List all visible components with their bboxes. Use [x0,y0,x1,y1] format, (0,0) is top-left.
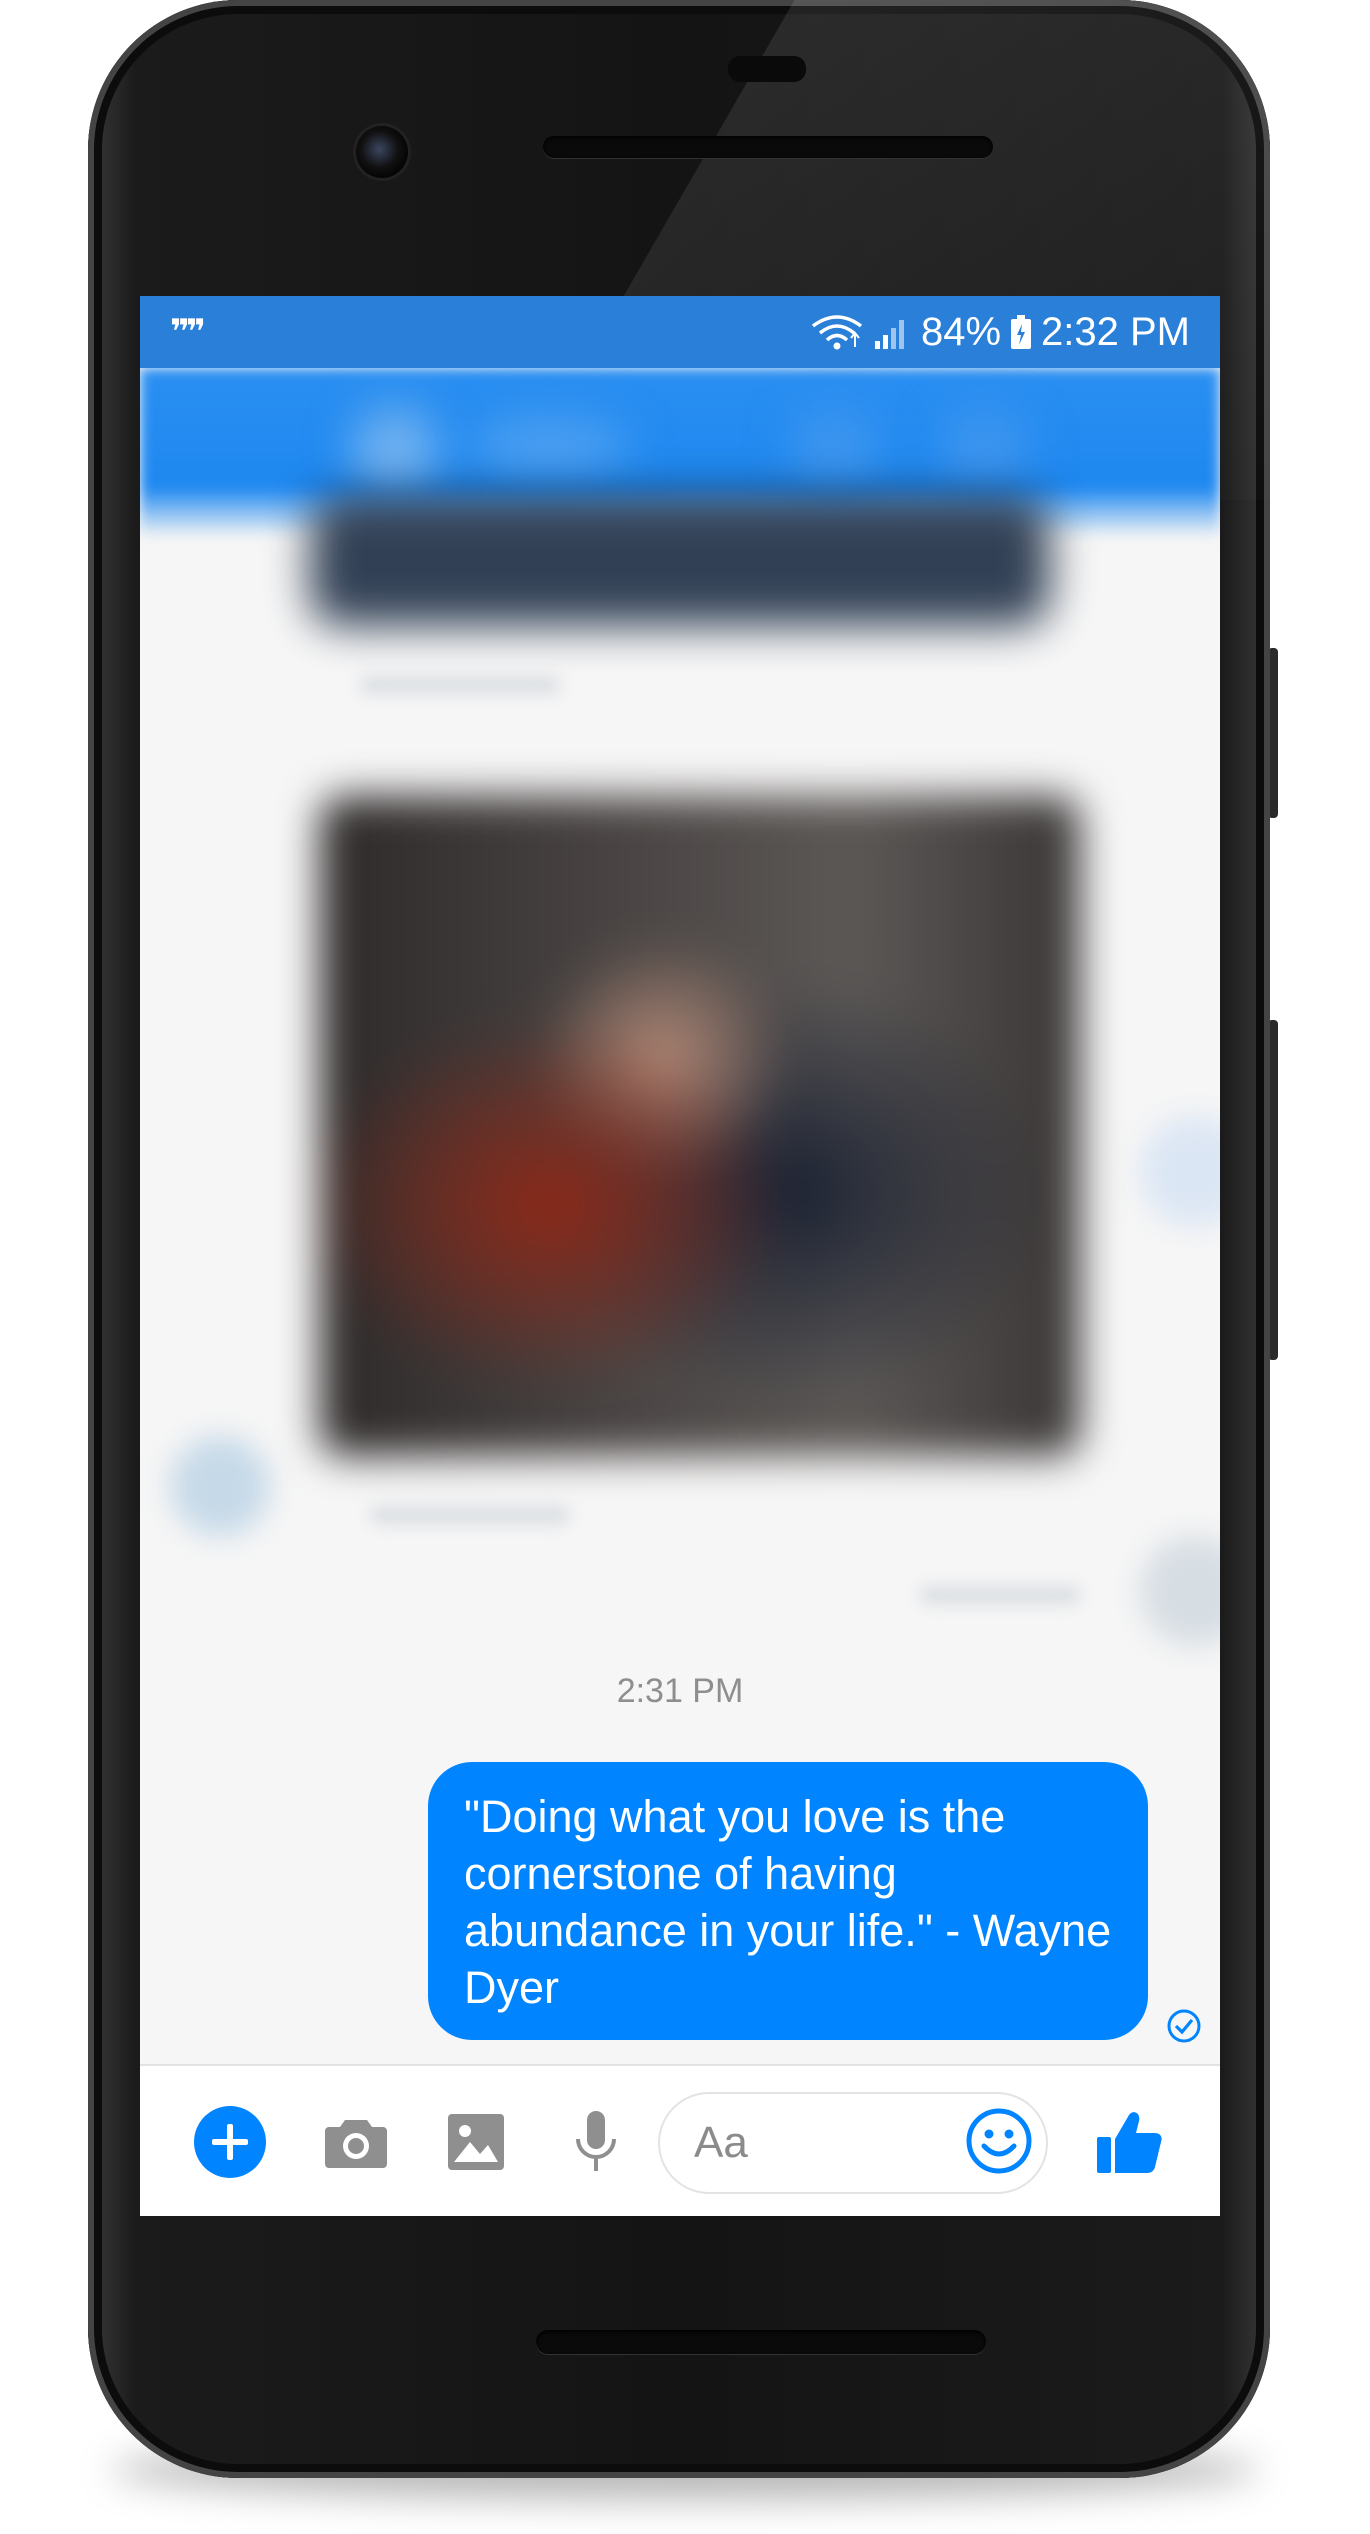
quote-marks-icon: ❞❞ [170,312,206,352]
emoji-icon[interactable] [964,2106,1034,2176]
blurred-share-button [1140,1116,1220,1226]
blurred-message-card [310,496,1050,626]
gallery-button[interactable] [438,2104,514,2180]
status-icons: 84% 2:32 PM [811,310,1190,355]
blurred-sender-avatar [170,1436,270,1536]
sent-message-bubble[interactable]: "Doing what you love is the cornerstone … [428,1762,1148,2040]
blurred-video-icon [940,406,1030,486]
message-timestamp: 2:31 PM [616,1672,744,1710]
blurred-call-icon [790,406,880,486]
message-composer: Aa [140,2064,1220,2216]
clock: 2:32 PM [1041,309,1190,354]
blurred-seen-avatar [1140,1536,1220,1646]
status-bar: ❞❞ 84% 2:32 PM [140,296,1220,368]
battery-percent: 84% [920,309,1002,354]
earpiece-speaker [543,136,993,158]
blurred-caption [360,676,560,694]
blurred-shared-image[interactable] [320,796,1080,1456]
like-button[interactable] [1092,2104,1168,2180]
screen: ❞❞ 84% 2:32 PM 2:31 PM "Doing what you l… [140,296,1220,2216]
blurred-caption-2 [370,1506,570,1524]
blurred-caption-3 [920,1586,1080,1604]
signal-icon [874,320,904,349]
wifi-icon [811,315,863,350]
blurred-avatar [350,406,440,496]
top-sensor [728,56,806,82]
bottom-speaker [536,2330,986,2354]
plus-icon [194,2106,266,2178]
thumbs-up-icon [1097,2112,1162,2173]
sent-check-icon [1167,2009,1201,2043]
front-camera [356,126,408,178]
gallery-icon [448,2114,504,2170]
mic-button[interactable] [558,2104,634,2180]
mic-icon [576,2111,616,2171]
blurred-title [470,416,630,476]
plus-button[interactable] [192,2104,268,2180]
message-input-placeholder: Aa [694,2118,748,2167]
camera-icon [325,2120,387,2168]
camera-button[interactable] [318,2104,394,2180]
battery-charging-icon [1011,315,1032,349]
